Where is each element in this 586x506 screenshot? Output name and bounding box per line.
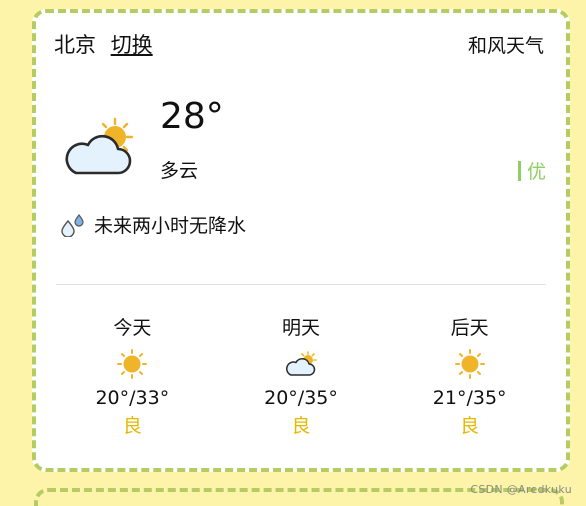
divider	[56, 284, 546, 285]
watermark: CSDN @Aredkuku	[470, 483, 572, 496]
partly-cloudy-icon	[286, 351, 317, 376]
partly-cloudy-icon	[65, 117, 134, 175]
forecast-temperature-range: 20°/33°	[95, 387, 170, 409]
sunny-icon	[454, 349, 485, 379]
forecast-day-tomorrow: 明天 20°/35° 良	[217, 313, 386, 438]
card-header: 北京 切换 和风天气	[54, 29, 544, 59]
sunny-icon	[117, 349, 148, 379]
forecast-aqi: 良	[460, 415, 480, 437]
forecast-day-name: 今天	[113, 317, 152, 339]
forecast-day-name: 明天	[282, 317, 321, 339]
forecast-aqi: 良	[291, 415, 311, 437]
forecast-aqi: 良	[122, 415, 142, 437]
forecast-temperature-range: 21°/35°	[432, 387, 507, 409]
aqi-bar	[517, 160, 521, 181]
switch-city-link[interactable]: 切换	[111, 33, 153, 57]
forecast-temperature-range: 20°/35°	[264, 387, 338, 409]
current-temperature: 28°	[160, 96, 224, 137]
aqi-label: 优	[526, 161, 546, 183]
current-condition: 多云	[160, 160, 199, 182]
aqi-indicator: 优	[517, 157, 546, 184]
location: 北京 切换	[54, 29, 153, 59]
brand-label: 和风天气	[467, 34, 544, 57]
raindrops-icon	[61, 213, 84, 237]
city-name: 北京	[54, 33, 96, 57]
forecast-day-after-tomorrow: 后天 21°/35° 良	[385, 313, 554, 438]
weather-card: 北京 切换 和风天气 28° 多云 优 未来两小时无降水 今天 20°/33° …	[32, 9, 570, 472]
forecast-day-today: 今天 20°/33° 良	[48, 313, 217, 438]
precipitation-text: 未来两小时无降水	[94, 215, 247, 237]
forecast-row: 今天 20°/33° 良 明天 20°/35° 良 后天 21°/35° 良	[48, 313, 554, 438]
forecast-day-name: 后天	[450, 317, 489, 339]
precipitation-forecast: 未来两小时无降水	[60, 211, 246, 238]
page-background: 北京 切换 和风天气 28° 多云 优 未来两小时无降水 今天 20°/33° …	[0, 0, 586, 506]
